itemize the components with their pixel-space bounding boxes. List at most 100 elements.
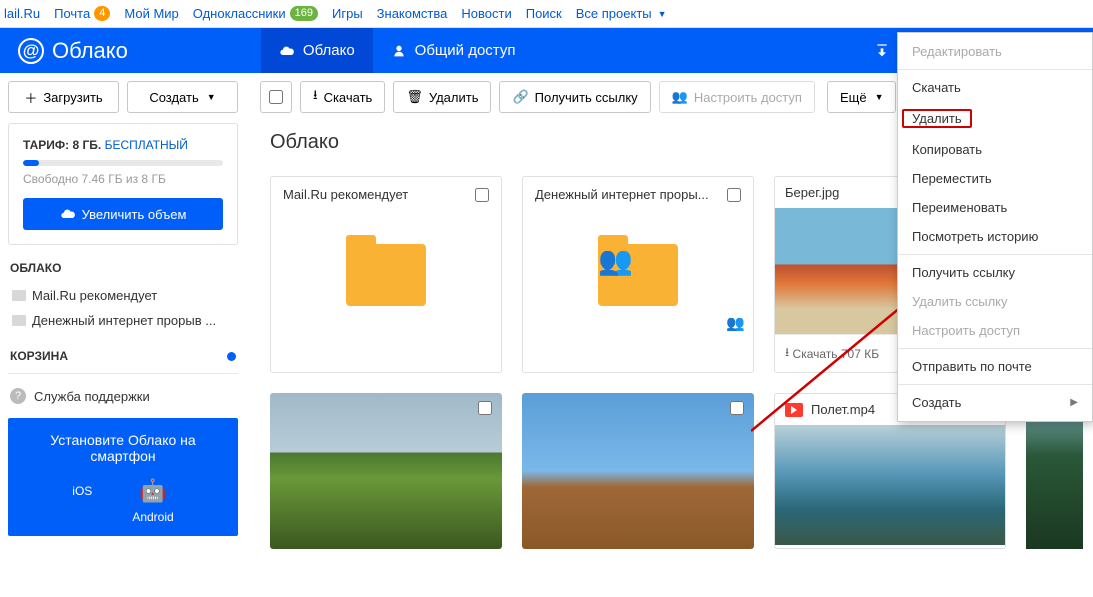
ctx-create-label: Создать (912, 395, 961, 410)
video-thumbnail (775, 425, 1005, 545)
tile-checkbox[interactable] (478, 401, 492, 415)
ctx-move[interactable]: Переместить (898, 164, 1092, 193)
people-icon (391, 43, 407, 59)
tile-name: Mail.Ru рекомендует (283, 187, 475, 202)
ctx-copy[interactable]: Копировать (898, 135, 1092, 164)
folder-tile-recommend[interactable]: Mail.Ru рекомендует (270, 176, 502, 373)
tile-checkbox[interactable] (730, 401, 744, 415)
content-area: ⭳ Скачать 🗑Удалить 🔗 Получить ссылку 👥 Наст… (246, 73, 1093, 549)
sidebar: ＋Загрузить Создать ▼ ТАРИФ: 8 ГБ. БЕСПЛАТ… (0, 73, 246, 549)
folder-icon (12, 315, 26, 326)
download-icon: ⭳ (785, 343, 789, 364)
promo-android[interactable]: 🤖 Android (132, 478, 173, 524)
chevron-right-icon: ▶ (1070, 397, 1078, 408)
image-tile-hay[interactable] (522, 393, 754, 549)
folder-icon (12, 290, 26, 301)
nav-cloud-label: Облако (303, 42, 355, 59)
portal-ok-label: Одноклассники (193, 6, 286, 21)
brand-logo[interactable]: @ Облако (0, 38, 146, 64)
upload-button[interactable]: ＋Загрузить (8, 81, 119, 113)
access-button[interactable]: 👥 Настроить доступ (659, 81, 815, 113)
cloud-section-header: ОБЛАКО (10, 261, 236, 275)
main-nav: Облако Общий доступ (261, 28, 534, 73)
android-icon: 🤖 (139, 478, 166, 504)
people-icon: 👥 (672, 89, 688, 105)
ctx-getlink[interactable]: Получить ссылку (898, 258, 1092, 287)
portal-mail[interactable]: Почта 4 (54, 6, 110, 21)
tile-checkbox[interactable] (727, 188, 741, 202)
tariff-plan-link[interactable]: БЕСПЛАТНЫЙ (105, 138, 188, 152)
tariff-label: ТАРИФ: 8 ГБ. (23, 138, 101, 152)
sidebar-folder-money[interactable]: Денежный интернет прорыв ... (8, 308, 238, 333)
support-label: Служба поддержки (34, 389, 150, 404)
getlink-button[interactable]: 🔗 Получить ссылку (499, 81, 650, 113)
ctx-delete[interactable]: Удалить (898, 102, 1092, 135)
promo-ios[interactable]: iOS (72, 478, 92, 524)
mail-badge-icon: 4 (94, 6, 110, 21)
tile-checkbox[interactable] (475, 188, 489, 202)
ctx-mail[interactable]: Отправить по почте (898, 352, 1092, 381)
support-link[interactable]: ? Служба поддержки (8, 384, 238, 408)
ctx-edit[interactable]: Редактировать (898, 37, 1092, 66)
ctx-create[interactable]: Создать ▶ (898, 388, 1092, 417)
portal-dating[interactable]: Знакомства (377, 6, 448, 21)
select-all-checkbox[interactable] (260, 81, 292, 113)
delete-button[interactable]: 🗑Удалить (393, 81, 491, 113)
more-label: Ещё (840, 90, 867, 105)
promo-android-label: Android (132, 510, 173, 524)
access-label: Настроить доступ (694, 90, 802, 105)
nav-cloud[interactable]: Облако (261, 28, 373, 73)
ctx-history[interactable]: Посмотреть историю (898, 222, 1092, 251)
create-button[interactable]: Создать ▼ (127, 81, 238, 113)
shared-icon: 👥 (726, 314, 745, 332)
tile-download-label[interactable]: Скачать 707 КБ (793, 347, 880, 361)
portal-mailru[interactable]: lail.Ru (4, 6, 40, 21)
divider (898, 348, 1092, 349)
download-label: Скачать (324, 90, 373, 105)
divider (8, 373, 238, 374)
enlarge-label: Увеличить объем (82, 207, 187, 222)
delete-label: Удалить (429, 90, 479, 105)
trash-section-header[interactable]: КОРЗИНА (10, 349, 236, 363)
folder-tile-money[interactable]: Денежный интернет проры... 👥 👥 (522, 176, 754, 373)
enlarge-button[interactable]: Увеличить объем (23, 198, 223, 230)
portal-news[interactable]: Новости (461, 6, 511, 21)
ctx-rename[interactable]: Переименовать (898, 193, 1092, 222)
progress-fill (23, 160, 39, 166)
more-button[interactable]: Ещё ▼ (827, 81, 897, 113)
download-button[interactable]: ⭳ Скачать (300, 81, 385, 113)
promo-title: Установите Облако на смартфон (18, 432, 228, 464)
sidebar-folder-recommend[interactable]: Mail.Ru рекомендует (8, 283, 238, 308)
portal-games[interactable]: Игры (332, 6, 363, 21)
download-icon (874, 43, 890, 59)
portal-ok[interactable]: Одноклассники 169 (193, 6, 318, 21)
ctx-access[interactable]: Настроить доступ (898, 316, 1092, 345)
folder-icon: 👥 (598, 244, 678, 306)
brand-text: Облако (52, 38, 128, 64)
portal-search[interactable]: Поиск (526, 6, 562, 21)
chevron-down-icon: ▼ (207, 92, 216, 102)
ok-badge-icon: 169 (290, 6, 318, 21)
download-icon: ⭳ (313, 86, 318, 108)
tariff-label-row: ТАРИФ: 8 ГБ. БЕСПЛАТНЫЙ (23, 138, 223, 152)
video-icon (785, 403, 803, 417)
portal-mail-label: Почта (54, 6, 90, 21)
divider (898, 69, 1092, 70)
portal-all[interactable]: Все проекты▼ (576, 6, 667, 21)
chevron-down-icon: ▼ (875, 92, 884, 102)
getlink-label: Получить ссылку (535, 90, 638, 105)
create-label: Создать (149, 90, 198, 105)
divider (898, 254, 1092, 255)
mobile-promo: Установите Облако на смартфон iOS 🤖 Andr… (8, 418, 238, 536)
nav-shared[interactable]: Общий доступ (373, 28, 534, 73)
upload-label: Загрузить (43, 90, 102, 105)
ctx-download[interactable]: Скачать (898, 73, 1092, 102)
people-icon: 👥 (598, 244, 633, 277)
link-icon: 🔗 (512, 89, 528, 105)
portal-mymir[interactable]: Мой Мир (124, 6, 178, 21)
question-icon: ? (10, 388, 26, 404)
image-tile-field[interactable] (270, 393, 502, 549)
tariff-card: ТАРИФ: 8 ГБ. БЕСПЛАТНЫЙ Свободно 7.46 ГБ… (8, 123, 238, 245)
ctx-dellink[interactable]: Удалить ссылку (898, 287, 1092, 316)
context-menu: Редактировать Скачать Удалить Копировать… (897, 32, 1093, 422)
